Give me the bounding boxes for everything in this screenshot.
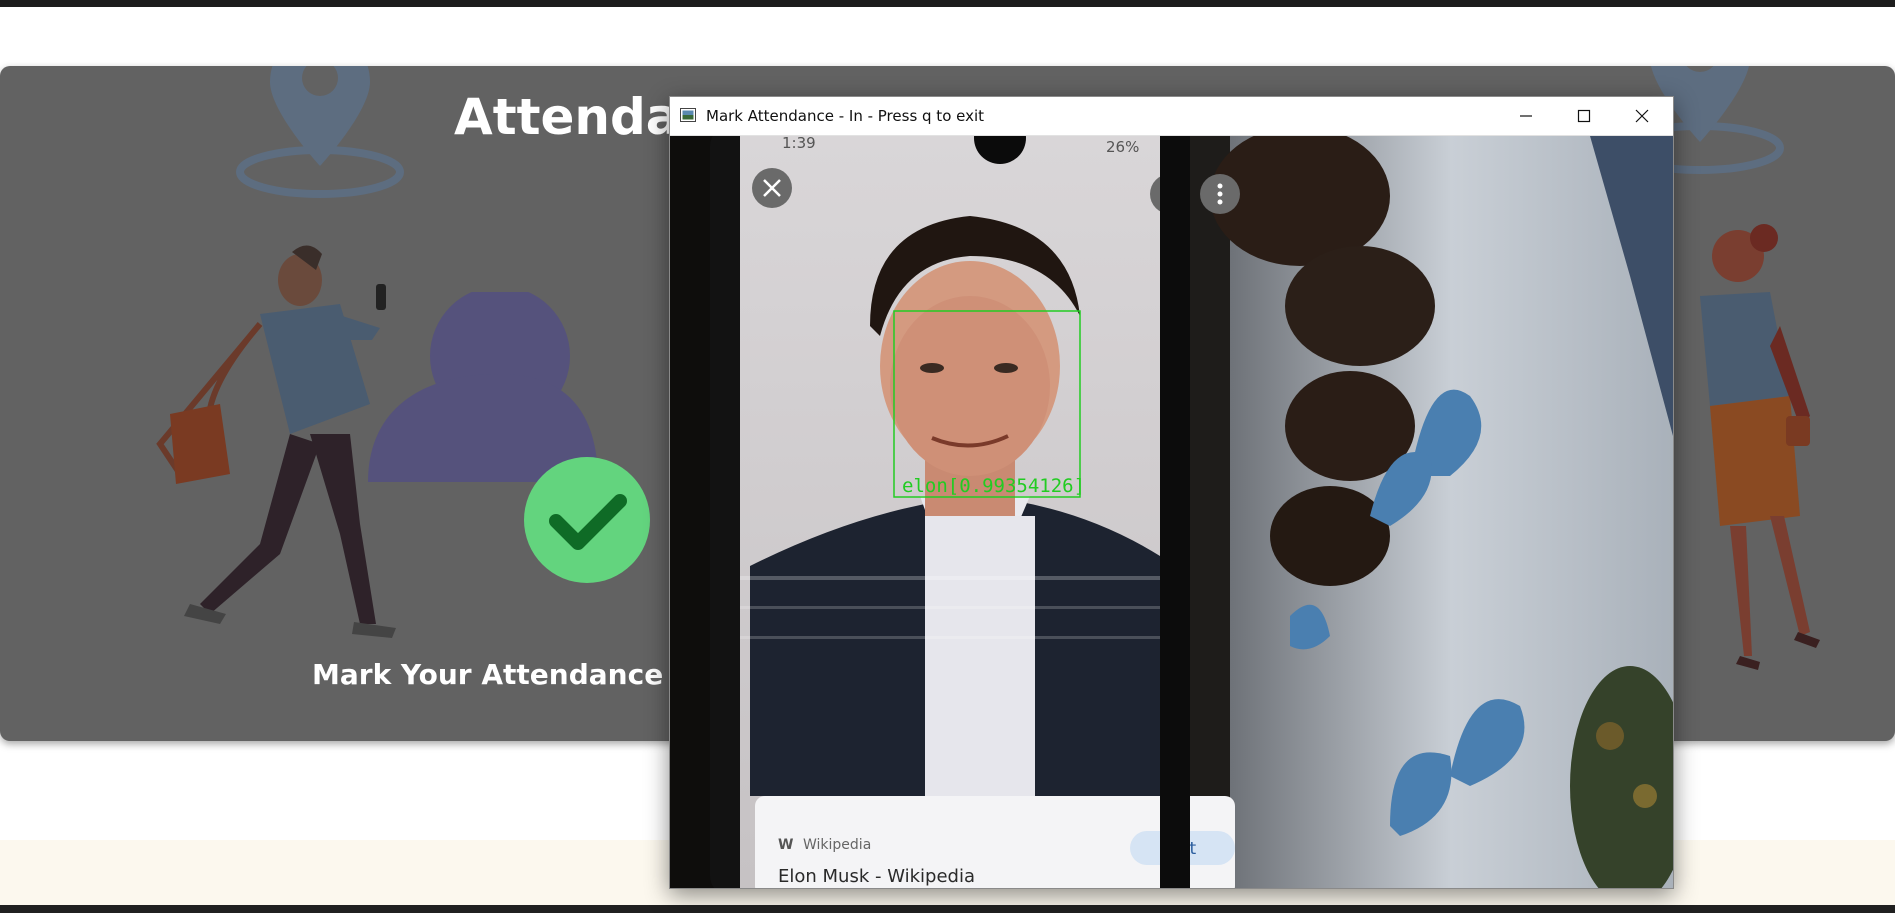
- window-title: Mark Attendance - In - Press q to exit: [706, 107, 985, 125]
- maximize-icon: [1577, 109, 1591, 123]
- maximize-button[interactable]: [1555, 97, 1613, 135]
- browser-top-bar: [0, 0, 1895, 7]
- detection-label: elon[0.99354126]: [902, 475, 1085, 497]
- minimize-icon: [1520, 115, 1532, 117]
- mark-attendance-subtitle: Mark Your Attendance - In: [312, 658, 725, 691]
- location-pin-left-icon: [236, 66, 404, 198]
- camera-frame: 1:39 26% elon[0.99354126] W Wikipedia El…: [670, 136, 1673, 888]
- svg-text:W: W: [778, 837, 793, 853]
- check-badge-icon: [524, 457, 650, 583]
- user-avatar-icon: [368, 292, 598, 482]
- phone-link-text: Elon Musk - Wikipedia: [778, 866, 975, 887]
- camera-feed: 1:39 26% elon[0.99354126] W Wikipedia El…: [670, 136, 1673, 888]
- taskbar-strip: [0, 905, 1895, 913]
- window-titlebar[interactable]: Mark Attendance - In - Press q to exit: [670, 97, 1673, 136]
- close-button[interactable]: [1613, 97, 1671, 135]
- phone-source: Wikipedia: [803, 837, 871, 853]
- app-icon: [680, 108, 696, 122]
- phone-status-time: 1:39: [782, 136, 816, 152]
- phone-status-battery: 26%: [1106, 138, 1139, 156]
- minimize-button[interactable]: [1497, 97, 1555, 135]
- walking-woman-illustration: [1700, 224, 1820, 670]
- close-icon: [1635, 109, 1649, 123]
- camera-window[interactable]: Mark Attendance - In - Press q to exit 1…: [669, 96, 1674, 889]
